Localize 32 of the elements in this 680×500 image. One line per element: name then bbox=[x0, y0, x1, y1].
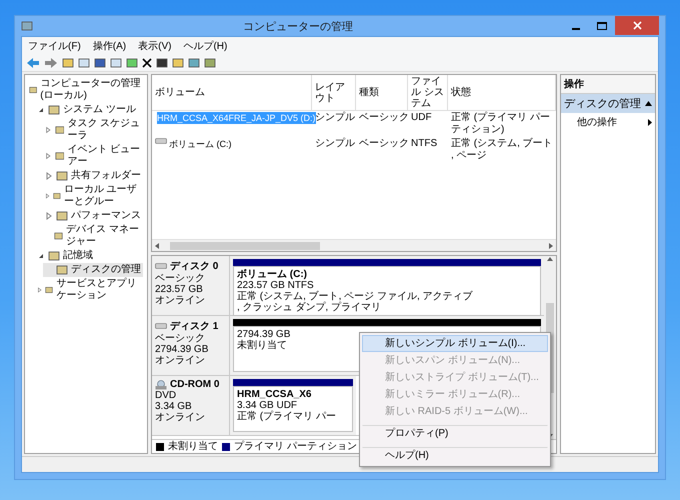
legend-label: 未割り当て bbox=[168, 441, 218, 452]
partition-detail: 3.34 GB UDF bbox=[237, 400, 298, 411]
disk-detail: 3.34 GB bbox=[155, 401, 193, 412]
partition-detail: 未割り当て bbox=[237, 340, 287, 351]
window-title: コンピューターの管理 bbox=[242, 20, 354, 34]
table-cell: UDF bbox=[411, 112, 432, 124]
disk-detail: オンライン bbox=[155, 355, 206, 366]
partition-detail: 223.57 GB NTFS bbox=[237, 280, 314, 291]
table-cell: ベーシック bbox=[359, 112, 409, 124]
disk-detail: 223.57 GB bbox=[155, 284, 204, 295]
partition-title: HRM_CCSA_X6 bbox=[237, 389, 312, 400]
partition-detail: 正常 (システム, ブート, ページ ファイル, アクティブ, クラッシュ ダンプ, プライマリ bbox=[237, 291, 473, 313]
legend-label: プライマリ パーティション bbox=[234, 441, 357, 452]
table-cell: シンプル bbox=[315, 112, 355, 124]
disk-detail: 2794.39 GB bbox=[155, 344, 210, 355]
partition-title: ボリューム (C:) bbox=[237, 269, 307, 280]
disk-detail: オンライン bbox=[155, 412, 206, 423]
actions-title: 操作 bbox=[561, 75, 655, 94]
table-cell: ベーシック bbox=[359, 138, 409, 150]
table-cell-text: 正常 (プライマリ パーティション) bbox=[451, 112, 551, 136]
disk-detail: オンライン bbox=[155, 295, 206, 306]
disk-name: ディスク 1 bbox=[170, 320, 218, 333]
partition-detail: 2794.39 GB bbox=[237, 329, 290, 340]
partition-detail: 正常 (プライマリ パー bbox=[237, 411, 336, 422]
disk-detail: ベーシック bbox=[155, 273, 206, 284]
disk-detail: ベーシック bbox=[155, 333, 206, 344]
table-cell: シンプル bbox=[315, 138, 355, 150]
disk-name: CD-ROM 0 bbox=[170, 379, 220, 390]
table-cell: NTFS bbox=[411, 138, 438, 150]
disk-detail: DVD bbox=[155, 390, 178, 401]
disk-name: ディスク 0 bbox=[170, 260, 218, 273]
table-cell: 正常 (システム, ブート, ページ bbox=[451, 138, 553, 162]
